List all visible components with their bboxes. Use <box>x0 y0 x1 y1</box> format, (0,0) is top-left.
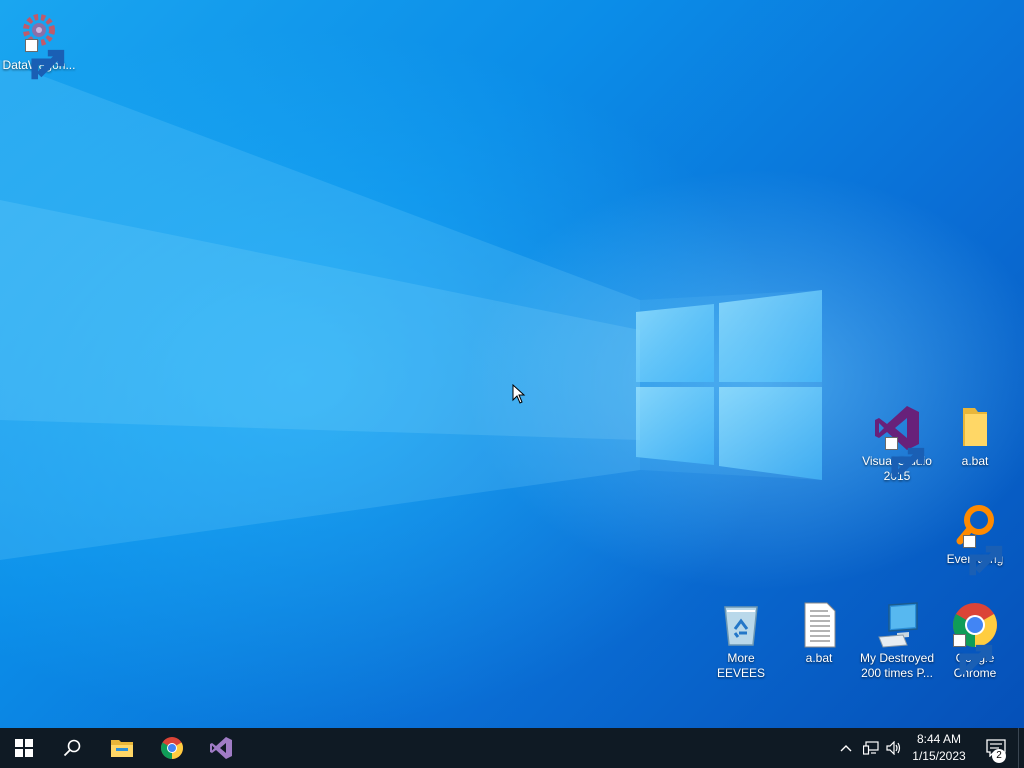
notification-count-badge: 2 <box>992 749 1006 763</box>
desktop-icon-visual-studio-2015[interactable]: Visual Studio 2015 <box>859 404 935 484</box>
mouse-cursor-icon <box>512 384 526 404</box>
show-desktop-button[interactable] <box>1018 728 1024 768</box>
folder-icon <box>963 408 987 446</box>
start-icon <box>15 739 33 757</box>
icon-label: More EEVEES <box>716 651 766 680</box>
desktop[interactable]: DataWagon... Visual Studio 2015 a.bat Ev… <box>0 0 1024 728</box>
volume-button[interactable] <box>884 728 904 768</box>
desktop-icon-everything[interactable]: Everything <box>937 502 1013 576</box>
shortcut-arrow-icon <box>953 634 993 675</box>
computer-icon <box>878 602 918 648</box>
search-icon <box>63 739 81 757</box>
file-explorer-icon <box>111 740 133 757</box>
recycle-bin-icon <box>724 606 758 646</box>
chrome-icon <box>161 737 183 759</box>
shortcut-arrow-icon <box>885 437 925 478</box>
network-button[interactable] <box>860 728 882 768</box>
taskbar-file-explorer[interactable] <box>98 728 146 768</box>
visual-studio-icon <box>210 737 232 759</box>
desktop-icon-google-chrome[interactable]: Google Chrome <box>937 601 1013 681</box>
desktop-icon-a-bat-folder[interactable]: a.bat <box>937 404 1013 469</box>
windows-logo-wallpaper <box>636 290 822 480</box>
taskbar: 8:44 AM 1/15/2023 2 <box>0 728 1024 768</box>
show-hidden-icons-button[interactable] <box>836 728 856 768</box>
action-center-button[interactable]: 2 <box>976 728 1016 768</box>
icon-label: a.bat <box>805 651 833 665</box>
taskbar-chrome[interactable] <box>148 728 196 768</box>
start-button[interactable] <box>0 728 48 768</box>
network-icon <box>863 741 879 755</box>
taskbar-visual-studio[interactable] <box>197 728 245 768</box>
shortcut-arrow-icon <box>25 39 65 80</box>
taskbar-clock[interactable]: 8:44 AM 1/15/2023 <box>904 731 974 765</box>
clock-date: 1/15/2023 <box>912 749 966 763</box>
clock-time: 8:44 AM <box>916 732 962 746</box>
chevron-up-icon <box>840 745 852 752</box>
shortcut-arrow-icon <box>963 535 1003 576</box>
desktop-icon-datawagon[interactable]: DataWagon... <box>1 8 77 80</box>
desktop-icon-this-pc[interactable]: My Destroyed 200 times P... <box>859 601 935 681</box>
search-button[interactable] <box>48 728 96 768</box>
desktop-icon-recycle-bin[interactable]: More EEVEES <box>703 601 779 681</box>
volume-icon <box>886 741 901 755</box>
icon-label: My Destroyed 200 times P... <box>859 651 935 680</box>
desktop-icon-a-bat-file[interactable]: a.bat <box>781 601 857 666</box>
text-file-icon <box>804 602 836 648</box>
icon-label: a.bat <box>961 454 989 468</box>
